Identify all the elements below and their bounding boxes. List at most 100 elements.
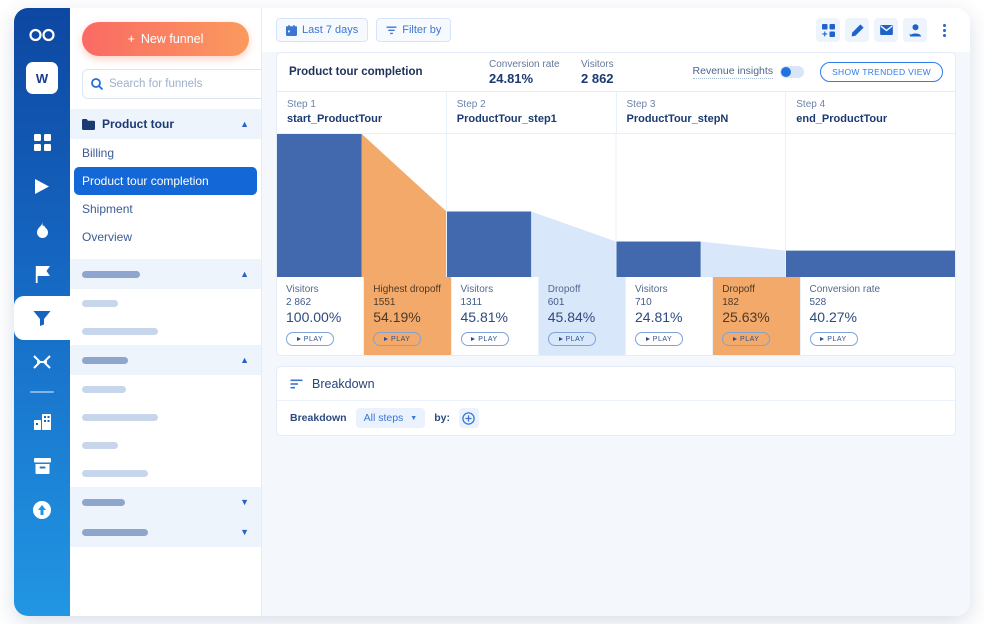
metric-count: 601 xyxy=(547,297,565,308)
visitors-label: Visitors xyxy=(581,58,614,70)
avatar[interactable]: W xyxy=(26,62,58,94)
metric-cell: Dropoff 182 25.63% PLAY xyxy=(712,277,800,355)
skeleton-bar xyxy=(82,327,158,335)
metric-label: Dropoff xyxy=(722,284,755,295)
rail-item-funnels[interactable] xyxy=(14,296,70,340)
play-button[interactable]: PLAY xyxy=(373,332,422,346)
folder-product-tour[interactable]: Product tour ▲ xyxy=(70,109,261,139)
list-item[interactable] xyxy=(70,403,261,431)
date-range-button[interactable]: Last 7 days xyxy=(276,18,369,42)
rail-item-goals[interactable] xyxy=(14,252,70,296)
chevron-up-icon[interactable]: ▲ xyxy=(240,269,249,279)
email-button[interactable] xyxy=(874,18,898,42)
play-icon xyxy=(471,337,476,341)
archive-icon xyxy=(33,458,51,474)
rail-item-dashboard[interactable] xyxy=(14,120,70,164)
breakdown-label: Breakdown xyxy=(290,412,347,424)
play-button[interactable]: PLAY xyxy=(547,332,596,346)
list-item[interactable]: ▼ xyxy=(70,517,261,547)
rail-item-accounts[interactable] xyxy=(14,400,70,444)
search-row xyxy=(82,69,261,99)
folder-label: Product tour xyxy=(102,117,174,131)
funnel-card: Product tour completion Conversion rate … xyxy=(276,52,956,356)
content-area: Product tour completion Conversion rate … xyxy=(262,52,970,616)
funnel-dropoff xyxy=(361,134,447,277)
play-button[interactable]: PLAY xyxy=(460,332,509,346)
step-index-label: Step 2 xyxy=(456,99,486,110)
rail-item-paths[interactable] xyxy=(14,164,70,208)
add-widget-button[interactable] xyxy=(816,18,840,42)
sidebar-item-shipment[interactable]: Shipment xyxy=(70,195,261,223)
list-item[interactable] xyxy=(70,289,261,317)
upload-circle-icon xyxy=(33,501,51,519)
search-input[interactable] xyxy=(109,78,261,90)
filter-label: Filter by xyxy=(402,24,442,36)
breakdown-steps-select[interactable]: All steps ▼ xyxy=(355,408,426,428)
search-box[interactable] xyxy=(82,69,261,99)
chevron-up-icon[interactable]: ▲ xyxy=(240,355,249,365)
step-name-label: ProductTour_step1 xyxy=(456,113,557,125)
sidebar-item-label: Product tour completion xyxy=(82,174,209,188)
list-item[interactable] xyxy=(70,375,261,403)
grid-icon xyxy=(33,133,51,151)
rail-item-heatmaps[interactable] xyxy=(14,208,70,252)
metric-count: 1311 xyxy=(460,297,483,308)
list-item[interactable] xyxy=(70,317,261,345)
play-icon xyxy=(820,337,825,341)
funnel-bar xyxy=(785,250,955,277)
plus-icon: + xyxy=(127,32,135,46)
funnel-dropoff xyxy=(700,241,786,277)
new-funnel-button[interactable]: + New funnel xyxy=(82,22,249,56)
app-window: W + New funnel Search for funnels Produc… xyxy=(14,8,970,616)
conversion-rate-stat: Conversion rate 24.81% xyxy=(489,59,581,86)
list-item[interactable] xyxy=(70,459,261,487)
filter-button[interactable]: Filter by xyxy=(376,18,452,42)
building-icon xyxy=(33,414,51,430)
rail-divider xyxy=(30,391,54,393)
sidebar-item-overview[interactable]: Overview xyxy=(70,223,261,251)
show-trended-view-button[interactable]: SHOW TRENDED VIEW xyxy=(820,62,943,82)
add-widget-icon xyxy=(821,23,835,37)
more-options-button[interactable] xyxy=(932,18,956,42)
email-icon xyxy=(879,25,893,35)
rail-item-journeys[interactable] xyxy=(14,340,70,384)
chevron-down-icon[interactable]: ▼ xyxy=(240,527,249,537)
step-index-label: Step 3 xyxy=(626,99,656,110)
metric-percent: 25.63% xyxy=(722,309,770,325)
play-label: PLAY xyxy=(391,335,411,343)
sidebar-item-product-tour-completion[interactable]: Product tour completion xyxy=(74,167,257,195)
step-index-label: Step 4 xyxy=(796,99,826,110)
sidebar-item-label: Overview xyxy=(82,230,133,244)
chevron-down-icon[interactable]: ▼ xyxy=(240,497,249,507)
edit-button[interactable] xyxy=(845,18,869,42)
share-user-button[interactable] xyxy=(903,18,927,42)
step-index-label: Step 1 xyxy=(287,99,316,110)
list-item[interactable]: ▲ xyxy=(70,259,261,289)
play-button[interactable]: PLAY xyxy=(286,332,334,346)
chevron-up-icon[interactable]: ▲ xyxy=(240,119,249,129)
play-button[interactable]: PLAY xyxy=(722,332,771,346)
sidebar-item-billing[interactable]: Billing xyxy=(70,139,261,167)
sidebar-item-label: Shipment xyxy=(82,202,133,216)
breakdown-add-button[interactable] xyxy=(458,408,479,428)
list-item[interactable]: ▲ xyxy=(70,345,261,375)
rail-item-archive[interactable] xyxy=(14,444,70,488)
metric-count: 1551 xyxy=(373,297,396,308)
sidebar-skeleton-list: ▲ ▲ ▼ ▼ xyxy=(70,259,261,547)
list-item[interactable]: ▼ xyxy=(70,487,261,517)
rail-item-upload[interactable] xyxy=(14,488,70,532)
metric-count: 2 862 xyxy=(286,297,312,308)
play-button[interactable]: PLAY xyxy=(809,332,858,346)
list-item[interactable] xyxy=(70,431,261,459)
play-button[interactable]: PLAY xyxy=(635,332,683,346)
metric-count: 710 xyxy=(635,297,652,308)
play-icon xyxy=(733,337,738,341)
metric-percent: 100.00% xyxy=(286,309,342,325)
funnel-sidebar: + New funnel Product tour ▲ Billing xyxy=(70,8,262,616)
skeleton-bar xyxy=(82,498,125,506)
skeleton-bar xyxy=(82,469,148,477)
sidebar-item-label: Billing xyxy=(82,146,115,160)
breakdown-title: Breakdown xyxy=(312,376,375,391)
step-header: Step 4 end_ProductTour xyxy=(785,92,955,133)
revenue-insights-toggle[interactable] xyxy=(780,66,805,78)
